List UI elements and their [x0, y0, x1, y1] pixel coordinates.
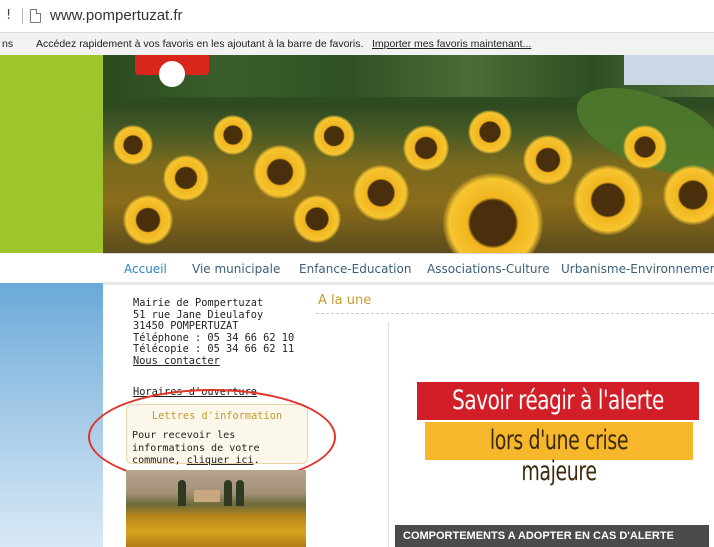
news-card-caption-bar[interactable]: COMPORTEMENTS A ADOPTER EN CAS D'ALERTE	[395, 525, 709, 547]
sunflower	[523, 135, 573, 185]
favorites-bar-message: Accédez rapidement à vos favoris en les …	[36, 38, 364, 50]
news-card[interactable]: Savoir réagir à l'alerte lors d'une cris…	[388, 322, 714, 547]
alert-banner-yellow: lors d'une crise majeure	[425, 422, 693, 487]
favorites-bar: ns Accédez rapidement à vos favoris en l…	[0, 32, 714, 56]
alert-line-2: lors d'une crise majeure	[489, 425, 629, 487]
nav-item-enfance-education[interactable]: Enfance-Education	[299, 262, 411, 276]
house-shape	[194, 490, 220, 502]
main-nav: Accueil Vie municipale Enfance-Education…	[103, 254, 714, 282]
green-side-strip	[0, 55, 103, 253]
sky-patch	[624, 55, 714, 85]
fax-number: Télécopie : 05 34 66 62 11	[133, 343, 295, 355]
import-favorites-link[interactable]: Importer mes favoris maintenant...	[372, 38, 531, 50]
sunflower	[623, 125, 667, 169]
sunflower	[663, 165, 714, 225]
address-separator	[22, 8, 23, 24]
url-text[interactable]: www.pompertuzat.fr	[50, 7, 183, 24]
sunflower	[123, 195, 173, 245]
cypress-tree	[178, 480, 186, 506]
site-logo[interactable]	[135, 55, 209, 87]
contact-block: Mairie de Pompertuzat 51 rue Jane Dieula…	[133, 297, 313, 368]
sunflower	[313, 115, 355, 157]
sunflower	[163, 155, 209, 201]
nav-item-urbanisme-environnement[interactable]: Urbanisme-Environnement	[561, 262, 714, 276]
blue-side-strip	[0, 283, 103, 547]
sunflower	[253, 145, 307, 199]
sunflower	[353, 165, 409, 221]
sunflower	[468, 110, 512, 154]
nav-item-vie-municipale[interactable]: Vie municipale	[192, 262, 280, 276]
sunflower	[213, 115, 253, 155]
address-bar[interactable]: ! www.pompertuzat.fr	[0, 0, 714, 32]
cypress-tree	[236, 480, 244, 506]
cypress-tree	[224, 480, 232, 506]
section-title: A la une	[318, 293, 372, 308]
alert-banner-red: Savoir réagir à l'alerte	[417, 382, 699, 420]
city-postcode: 31450 POMPERTUZAT	[133, 320, 239, 332]
sunflower	[113, 125, 153, 165]
sunflower-banner	[103, 55, 714, 253]
nav-item-associations-culture[interactable]: Associations-Culture	[427, 262, 550, 276]
landscape-photo	[126, 470, 306, 547]
address-fragment: !	[6, 8, 12, 23]
nav-item-accueil[interactable]: Accueil	[124, 262, 167, 276]
sunflower	[443, 173, 543, 253]
sunflower	[403, 125, 449, 171]
section-divider	[316, 313, 714, 314]
favorites-bar-cut-text: ns	[2, 38, 14, 50]
sunflower	[293, 195, 341, 243]
news-card-caption: COMPORTEMENTS A ADOPTER EN CAS D'ALERTE	[403, 530, 674, 542]
sunflower	[573, 165, 643, 235]
alert-line-1: Savoir réagir à l'alerte	[452, 385, 664, 416]
page-icon	[30, 9, 41, 23]
town-hall-name: Mairie de Pompertuzat	[133, 297, 264, 309]
contact-link[interactable]: Nous contacter	[133, 355, 313, 368]
nav-bottom-border	[103, 282, 714, 285]
